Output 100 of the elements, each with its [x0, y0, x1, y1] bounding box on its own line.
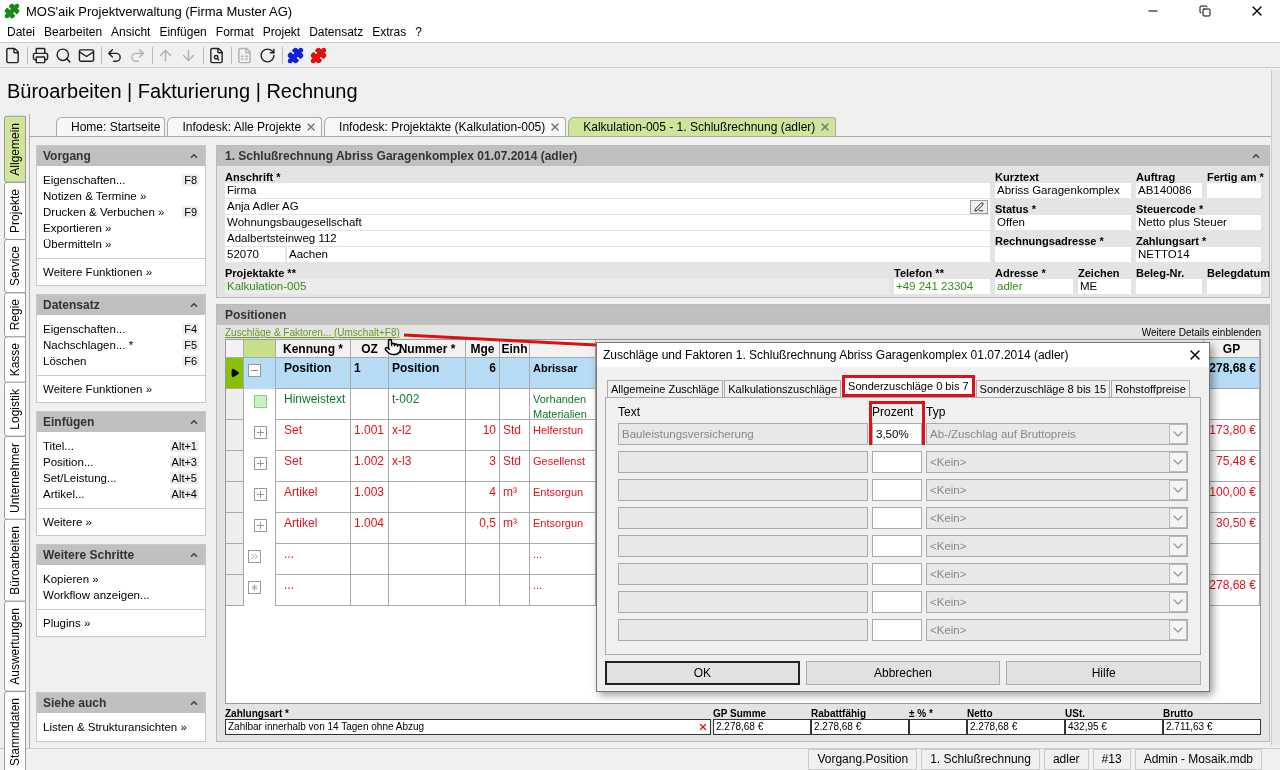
document-tab[interactable]: Kalkulation-005 - 1. Schlußrechnung (adler)	[568, 117, 837, 136]
input-field[interactable]	[1207, 183, 1261, 198]
menu-item[interactable]: Extras	[369, 25, 413, 39]
input-field[interactable]: AB140086	[1136, 183, 1202, 198]
dialog-tab[interactable]: Sonderzuschläge 0 bis 7	[842, 375, 975, 397]
dropdown-icon[interactable]	[1169, 508, 1187, 528]
input-field[interactable]	[618, 591, 868, 613]
document-search-icon[interactable]	[208, 46, 225, 64]
column-header[interactable]: Mge	[466, 340, 500, 358]
percent-field[interactable]	[872, 507, 922, 529]
input-field[interactable]: Abriss Garagenkomplex	[995, 183, 1131, 198]
column-header[interactable]: GP	[1204, 340, 1260, 358]
input-field[interactable]: +49 241 23304	[894, 279, 990, 294]
side-tab[interactable]: Auswertungen	[4, 600, 26, 692]
task-link[interactable]: Löschen	[43, 355, 87, 367]
input-field[interactable]: ME	[1078, 279, 1131, 294]
dropdown-icon[interactable]	[1169, 424, 1187, 444]
collapse-icon[interactable]	[189, 550, 199, 560]
magnifier-icon[interactable]	[55, 46, 72, 64]
task-link[interactable]: Listen & Strukturansichten »	[43, 721, 187, 733]
percent-field[interactable]	[872, 563, 922, 585]
dialog-tab[interactable]: Rohstoffpreise	[1111, 380, 1190, 397]
dropdown-icon[interactable]	[1169, 480, 1187, 500]
address-field[interactable]: Anja Adler AG	[225, 199, 990, 214]
task-link[interactable]: Weitere Funktionen »	[43, 383, 153, 395]
input-field[interactable]	[1136, 279, 1202, 294]
zip-field[interactable]: 52070	[225, 247, 285, 262]
side-tab[interactable]: Logistik	[4, 382, 26, 438]
side-tab[interactable]: Kasse	[4, 336, 26, 384]
dialog-button[interactable]: OK	[605, 661, 800, 685]
append-icon[interactable]	[248, 550, 261, 563]
percent-field[interactable]	[872, 479, 922, 501]
printer-icon[interactable]	[32, 46, 49, 64]
menu-item[interactable]: Format	[212, 25, 260, 39]
side-tab[interactable]: Allgemein	[4, 116, 26, 183]
dialog-tab[interactable]: Allgemeine Zuschläge	[607, 380, 724, 397]
task-link[interactable]: Position...	[43, 456, 94, 468]
input-field[interactable]	[618, 619, 868, 641]
clear-icon[interactable]	[698, 722, 708, 732]
task-link[interactable]: Workflow anzeigen...	[43, 589, 150, 601]
document-tab[interactable]: Infodesk: Projektakte (Kalkulation-005)	[324, 117, 567, 136]
payment-field[interactable]: Zahlbar innerhalb von 14 Tagen ohne Abzug	[225, 719, 711, 735]
percent-field[interactable]	[872, 451, 922, 473]
expand-icon[interactable]	[254, 488, 267, 501]
menu-item[interactable]: Ansicht	[108, 25, 157, 39]
task-link[interactable]: Weitere »	[43, 516, 92, 528]
section-header[interactable]: Vorgang	[37, 146, 205, 166]
scrollbar[interactable]	[1271, 70, 1280, 745]
undo-icon[interactable]	[106, 46, 123, 64]
side-tab[interactable]: Projekte	[4, 181, 26, 240]
dropdown-icon[interactable]	[1169, 592, 1187, 612]
new-row-icon[interactable]	[248, 581, 261, 594]
section-header[interactable]: Weitere Schritte	[37, 545, 205, 565]
address-field[interactable]: Adalbertsteinweg 112	[225, 231, 990, 246]
dialog-tab[interactable]: Sonderzuschläge 8 bis 15	[975, 380, 1111, 397]
section-header[interactable]: Datensatz	[37, 295, 205, 315]
input-field[interactable]	[995, 247, 1131, 262]
menu-item[interactable]: Einfügen	[156, 25, 213, 39]
input-field[interactable]: adler	[995, 279, 1073, 294]
input-field[interactable]: NETTO14	[1136, 247, 1261, 262]
collapse-icon[interactable]	[248, 364, 261, 377]
percent-field[interactable]	[872, 535, 922, 557]
address-field[interactable]: Firma	[225, 183, 990, 198]
restore-icon[interactable]	[1199, 5, 1211, 17]
expand-icon[interactable]	[254, 426, 267, 439]
puzzle-icon[interactable]	[310, 46, 327, 64]
column-header[interactable]: Kennung *	[276, 340, 351, 358]
menu-item[interactable]: ?	[412, 25, 428, 39]
details-link[interactable]: Weitere Details einblenden	[1141, 327, 1261, 338]
task-link[interactable]: Eigenschaften...	[43, 323, 126, 335]
mail-icon[interactable]	[78, 46, 95, 64]
percent-field[interactable]	[872, 619, 922, 641]
side-tab[interactable]: Regie	[4, 291, 26, 338]
side-tab[interactable]: Stammdaten	[4, 690, 26, 770]
input-field[interactable]	[618, 451, 868, 473]
input-field[interactable]: Offen	[995, 215, 1131, 230]
collapse-icon[interactable]	[189, 151, 199, 161]
input-field[interactable]	[1207, 279, 1261, 294]
task-link[interactable]: Drucken & Verbuchen »	[43, 206, 165, 218]
dropdown-icon[interactable]	[1169, 564, 1187, 584]
task-link[interactable]: Übermitteln »	[43, 238, 112, 250]
percent-field[interactable]: 3,50%	[872, 423, 922, 445]
task-link[interactable]: Titel...	[43, 440, 74, 452]
row-header[interactable]	[226, 358, 244, 389]
collapse-icon[interactable]	[189, 417, 199, 427]
dropdown-icon[interactable]	[1169, 620, 1187, 640]
expand-icon[interactable]	[254, 457, 267, 470]
address-field[interactable]: Wohnungsbaugesellschaft	[225, 215, 990, 230]
task-link[interactable]: Kopieren »	[43, 573, 99, 585]
section-header[interactable]: Siehe auch	[37, 693, 205, 713]
task-link[interactable]: Plugins »	[43, 617, 91, 629]
dropdown-icon[interactable]	[1169, 536, 1187, 556]
menu-item[interactable]: Bearbeiten	[41, 25, 109, 39]
side-tab[interactable]: Büroarbeiten	[4, 519, 26, 602]
column-header[interactable]: OZ	[351, 340, 389, 358]
task-link[interactable]: Set/Leistung...	[43, 472, 117, 484]
input-field[interactable]	[618, 479, 868, 501]
task-link[interactable]: Weitere Funktionen »	[43, 266, 153, 278]
city-field[interactable]: Aachen	[287, 247, 990, 262]
menu-item[interactable]: Projekt	[259, 25, 307, 39]
